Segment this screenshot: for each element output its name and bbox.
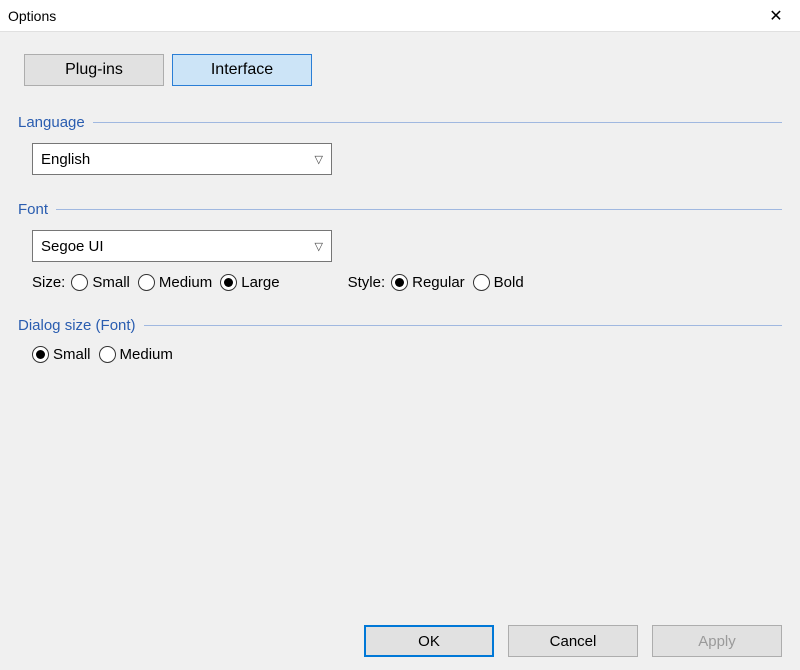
- button-bar: OK Cancel Apply: [0, 612, 800, 670]
- ok-button-label: OK: [418, 633, 440, 650]
- group-font-header: Font: [18, 201, 782, 218]
- cancel-button[interactable]: Cancel: [508, 625, 638, 657]
- radio-size-large[interactable]: Large: [220, 274, 279, 291]
- chevron-down-icon: ▽: [315, 240, 323, 253]
- radio-style-regular-label: Regular: [412, 274, 465, 291]
- chevron-down-icon: ▽: [315, 153, 323, 166]
- window-title: Options: [8, 8, 56, 24]
- language-combo[interactable]: English ▽: [32, 143, 332, 175]
- ok-button[interactable]: OK: [364, 625, 494, 657]
- radio-size-medium[interactable]: Medium: [138, 274, 212, 291]
- group-dialog-size: Dialog size (Font) Small Medium: [18, 317, 782, 363]
- radio-icon: [71, 274, 88, 291]
- radio-size-small[interactable]: Small: [71, 274, 130, 291]
- radio-icon: [391, 274, 408, 291]
- group-language: Language English ▽: [18, 114, 782, 175]
- group-dialog-size-title: Dialog size (Font): [18, 317, 144, 334]
- radio-icon: [220, 274, 237, 291]
- divider: [93, 122, 782, 123]
- radio-size-medium-label: Medium: [159, 274, 212, 291]
- language-combo-value: English: [41, 151, 90, 168]
- radio-style-bold[interactable]: Bold: [473, 274, 524, 291]
- radio-icon: [32, 346, 49, 363]
- radio-dialog-small[interactable]: Small: [32, 346, 91, 363]
- content-area: Plug-ins Interface Language English ▽ Fo…: [0, 32, 800, 612]
- radio-size-small-label: Small: [92, 274, 130, 291]
- close-button[interactable]: ✕: [754, 1, 798, 31]
- cancel-button-label: Cancel: [550, 633, 597, 650]
- apply-button-label: Apply: [698, 633, 736, 650]
- radio-size-large-label: Large: [241, 274, 279, 291]
- font-combo-value: Segoe UI: [41, 238, 104, 255]
- title-bar: Options ✕: [0, 0, 800, 32]
- radio-icon: [473, 274, 490, 291]
- tab-interface-label: Interface: [211, 61, 273, 78]
- divider: [144, 325, 782, 326]
- font-combo[interactable]: Segoe UI ▽: [32, 230, 332, 262]
- radio-style-regular[interactable]: Regular: [391, 274, 465, 291]
- radio-icon: [99, 346, 116, 363]
- group-font-title: Font: [18, 201, 56, 218]
- divider: [56, 209, 782, 210]
- radio-dialog-small-label: Small: [53, 346, 91, 363]
- group-dialog-size-header: Dialog size (Font): [18, 317, 782, 334]
- tab-plugins[interactable]: Plug-ins: [24, 54, 164, 86]
- close-icon: ✕: [769, 6, 782, 26]
- group-language-header: Language: [18, 114, 782, 131]
- group-language-title: Language: [18, 114, 93, 131]
- radio-dialog-medium[interactable]: Medium: [99, 346, 173, 363]
- apply-button[interactable]: Apply: [652, 625, 782, 657]
- tab-plugins-label: Plug-ins: [65, 61, 123, 78]
- font-style-label: Style:: [348, 274, 386, 291]
- radio-icon: [138, 274, 155, 291]
- font-size-label: Size:: [32, 274, 65, 291]
- tab-bar: Plug-ins Interface: [18, 54, 782, 86]
- radio-style-bold-label: Bold: [494, 274, 524, 291]
- group-font: Font Segoe UI ▽ Size: Small Medium: [18, 201, 782, 291]
- radio-dialog-medium-label: Medium: [120, 346, 173, 363]
- tab-interface[interactable]: Interface: [172, 54, 312, 86]
